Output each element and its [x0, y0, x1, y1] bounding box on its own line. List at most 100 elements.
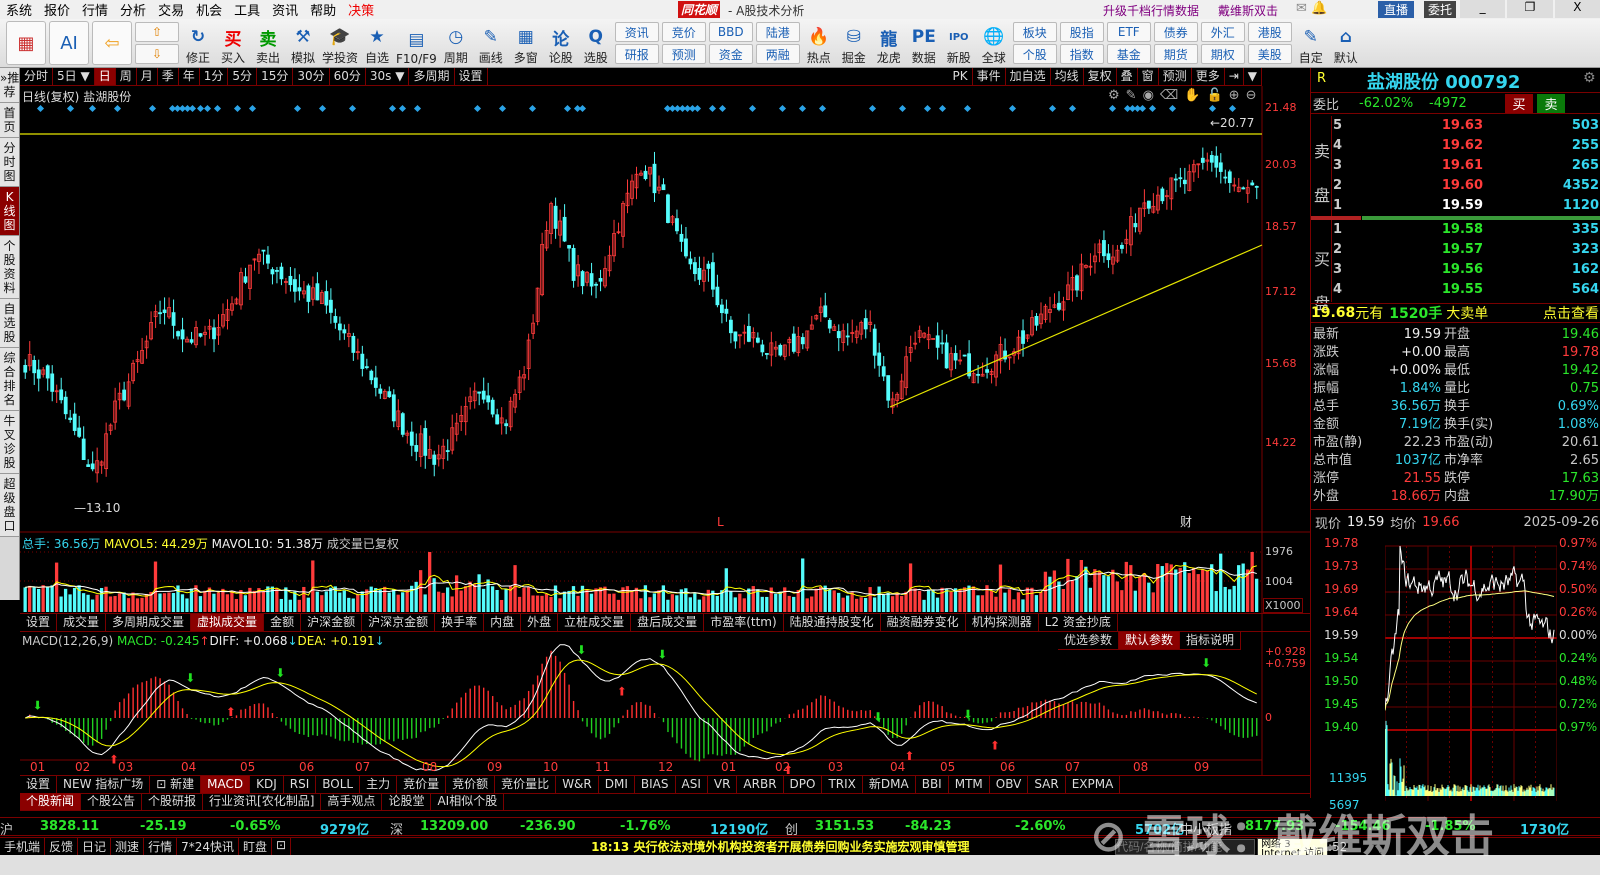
indicator-tab[interactable]: ⊡ 新建 — [150, 776, 202, 793]
toolbar-4-icons2[interactable]: 🎓 学投资 — [322, 20, 358, 66]
grid-button[interactable]: ▦ — [6, 21, 46, 65]
toolbar-button[interactable]: 港股 — [1247, 22, 1292, 42]
indicator-tab[interactable]: 竞价量 — [397, 776, 447, 793]
big-order-row[interactable]: 19.68 元有 1520手 大卖单 点击查看 — [1311, 303, 1600, 323]
indicator-tab[interactable]: BBI — [916, 776, 949, 793]
menu-item[interactable]: 系统 — [0, 0, 38, 19]
chart-option[interactable]: ▼ — [1244, 68, 1262, 85]
status-item[interactable]: 手机端 — [0, 838, 46, 855]
ask-row[interactable]: 5 19.63 503 — [1333, 118, 1599, 139]
period-tab[interactable]: 5日 ▼ — [53, 68, 95, 85]
toolbar-6-icons2[interactable]: ▤ F10/F9 — [396, 20, 437, 66]
toolbar-button[interactable]: 资讯 — [614, 22, 659, 42]
menu-item[interactable]: 交易 — [152, 0, 190, 19]
chart-option[interactable]: 预测 — [1159, 68, 1192, 85]
indicator-tab[interactable]: TRIX — [822, 776, 863, 793]
period-tab[interactable]: 月 — [137, 68, 158, 85]
indicator-tab[interactable]: 设置 — [20, 776, 58, 793]
indicator-tab[interactable]: RSI — [284, 776, 317, 793]
sell-button[interactable]: 卖 — [1537, 93, 1565, 113]
status-item[interactable]: 日记 — [78, 838, 112, 855]
toolbar-1-icons3[interactable]: ⛁ 掘金 — [838, 20, 870, 66]
indicator-tab[interactable]: MACD — [201, 776, 251, 793]
leftnav-item[interactable]: 自选股 — [0, 299, 19, 348]
status-item[interactable]: ⊡ — [272, 838, 292, 855]
volume-tab[interactable]: 外盘 — [521, 614, 559, 631]
indicator-tab[interactable]: NEW 指标广场 — [57, 776, 151, 793]
indicator-tab[interactable]: KDJ — [250, 776, 284, 793]
volume-tab[interactable]: 设置 — [20, 614, 58, 631]
indicator-tab[interactable]: ARBR — [737, 776, 784, 793]
down-arrow-icon[interactable]: ⇩ — [135, 44, 179, 64]
status-item[interactable]: 盯盘 — [239, 838, 272, 855]
status-item[interactable]: 行情 — [144, 838, 178, 855]
toolbar-9-icons2[interactable]: ▦ 多窗 — [510, 20, 542, 66]
volume-tab[interactable]: 金额 — [264, 614, 302, 631]
status-item[interactable]: 反馈 — [45, 838, 79, 855]
toolbar-button[interactable]: 资金 — [708, 44, 753, 64]
volume-tab[interactable]: 沪深金额 — [301, 614, 363, 631]
toolbar-3-icons3[interactable]: PE 数据 — [908, 20, 940, 66]
news-tab[interactable]: 个股研报 — [142, 793, 204, 810]
leftnav-item[interactable]: 超级盘口 — [0, 474, 19, 537]
indicator-tab[interactable]: MTM — [949, 776, 990, 793]
volume-tab[interactable]: 成交量 — [57, 614, 107, 631]
indicator-tab[interactable]: W&R — [556, 776, 599, 793]
indicator-tab[interactable]: OBV — [990, 776, 1029, 793]
toolbar-button[interactable]: 板块 — [1012, 22, 1057, 42]
toolbar-11-icons2[interactable]: Q 选股 — [580, 20, 612, 66]
volume-tab[interactable]: 多周期成交量 — [106, 614, 192, 631]
indicator-tab[interactable]: EXPMA — [1066, 776, 1121, 793]
ask-row[interactable]: 1 19.59 1120 — [1333, 198, 1599, 219]
period-tab[interactable]: 15分 — [257, 68, 294, 85]
toolbar-3-icons2[interactable]: ⚒ 模拟 — [287, 20, 319, 66]
menu-item[interactable]: 资讯 — [266, 0, 304, 19]
indicator-tab[interactable]: BIAS — [635, 776, 676, 793]
restore-button[interactable]: ❐ — [1507, 0, 1553, 18]
bid-row[interactable]: 2 19.57 323 — [1333, 242, 1599, 263]
toolbar-button[interactable]: 指数 — [1059, 44, 1104, 64]
close-button[interactable]: X — [1554, 0, 1600, 18]
toolbar-button[interactable]: 期权 — [1200, 44, 1245, 64]
toolbar-0-icons2[interactable]: ↻ 修正 — [182, 20, 214, 66]
indicator-tab[interactable]: 主力 — [360, 776, 398, 793]
leftnav-item[interactable]: 首页 — [0, 103, 19, 138]
toolbar-button[interactable]: 外汇 — [1200, 22, 1245, 42]
gear-icon[interactable]: ⚙ — [1583, 70, 1596, 86]
toolbar-2-icons2[interactable]: 卖卖出 — [252, 20, 284, 66]
toolbar-8-icons2[interactable]: ✎ 画线 — [475, 20, 507, 66]
bid-row[interactable]: 3 19.56 162 — [1333, 262, 1599, 283]
toolbar-button[interactable]: 股指 — [1059, 22, 1104, 42]
entrust-button[interactable]: 委托 — [1424, 1, 1457, 18]
leftnav-item[interactable]: 牛叉诊股 — [0, 411, 19, 474]
index-name[interactable]: 深 — [390, 819, 403, 838]
indicator-tab[interactable]: 新DMA — [863, 776, 916, 793]
toolbar-5-icons3[interactable]: 🌐 全球 — [978, 20, 1010, 66]
chart-option[interactable]: 窗 — [1138, 68, 1159, 85]
ask-row[interactable]: 2 19.60 4352 — [1333, 178, 1599, 199]
toolbar-button[interactable]: 基金 — [1106, 44, 1151, 64]
period-tab[interactable]: 60分 — [330, 68, 366, 85]
period-tab[interactable]: 1分 — [200, 68, 229, 85]
view-details-link[interactable]: 点击查看 — [1543, 303, 1600, 323]
index-name[interactable]: 沪 — [0, 819, 13, 838]
ask-row[interactable]: 4 19.62 255 — [1333, 138, 1599, 159]
news-tab[interactable]: 个股新闻 — [20, 793, 82, 810]
live-button[interactable]: 直播 — [1378, 1, 1415, 18]
toolbar-0-icons3[interactable]: 🔥 热点 — [803, 20, 835, 66]
macd-param-button[interactable]: 默认参数 — [1119, 632, 1181, 649]
volume-tab[interactable]: 沪深京金额 — [362, 614, 436, 631]
volume-tab[interactable]: 虚拟成交量 — [191, 614, 265, 631]
period-tab[interactable]: 多周期 — [409, 68, 455, 85]
menu-item[interactable]: 行情 — [76, 0, 114, 19]
news-tab[interactable]: 论股堂 — [382, 793, 432, 810]
toolbar-button[interactable]: 美股 — [1247, 44, 1292, 64]
news-tab[interactable]: 个股公告 — [81, 793, 143, 810]
leftnav-item[interactable]: 综合排名 — [0, 348, 19, 411]
ask-row[interactable]: 3 19.61 265 — [1333, 158, 1599, 179]
period-tab[interactable]: 30s ▼ — [366, 68, 410, 85]
chart-option[interactable]: ⇥ — [1225, 68, 1244, 85]
index-name[interactable]: 创 — [785, 819, 798, 838]
leftnav-item[interactable]: 个股资料 — [0, 236, 19, 299]
macd-param-button[interactable]: 优选参数 — [1058, 632, 1120, 649]
